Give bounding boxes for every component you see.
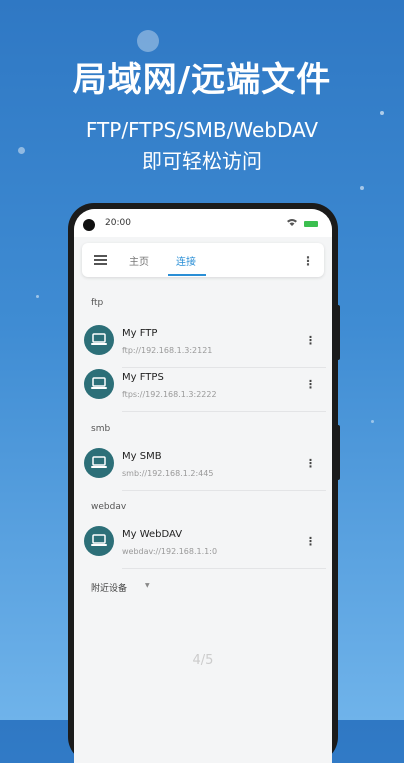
more-vert-icon[interactable]: ⋮ xyxy=(302,254,314,268)
divider xyxy=(122,490,326,491)
decor-dot xyxy=(360,186,364,190)
connection-item[interactable]: My WebDAV webdav://192.168.1.1:0 ⋮ xyxy=(74,517,332,569)
connection-item[interactable]: My FTPS ftps://192.168.1.3:2222 ⋮ xyxy=(74,360,332,412)
connection-item[interactable]: My SMB smb://192.168.1.2:445 ⋮ xyxy=(74,439,332,491)
promo-protocols: FTP/FTPS/SMB/WebDAV xyxy=(85,118,319,142)
item-more-icon[interactable]: ⋮ xyxy=(305,334,316,347)
connection-url: smb://192.168.1.2:445 xyxy=(122,469,214,478)
status-bar: 20:00 xyxy=(74,209,332,237)
camera-icon xyxy=(83,219,95,231)
computer-icon xyxy=(84,325,114,355)
active-tab-indicator xyxy=(168,274,206,276)
item-more-icon[interactable]: ⋮ xyxy=(305,378,316,391)
decor-dot xyxy=(371,420,374,423)
computer-icon xyxy=(84,369,114,399)
phone-screen: 20:00 主页 连接 ⋮ ftp My FTP ftp://192.168.1… xyxy=(74,209,332,763)
decor-bubble xyxy=(137,30,159,52)
connection-url: ftp://192.168.1.3:2121 xyxy=(122,346,213,355)
promo-headline: 局域网/远端文件 xyxy=(72,60,332,100)
tab-home[interactable]: 主页 xyxy=(129,253,149,268)
status-icons xyxy=(287,218,318,229)
divider xyxy=(122,411,326,412)
divider xyxy=(122,568,326,569)
computer-icon xyxy=(84,448,114,478)
connection-name: My FTP xyxy=(122,328,158,339)
connection-url: webdav://192.168.1.1:0 xyxy=(122,547,218,556)
expand-arrow-icon[interactable]: ▼ xyxy=(145,582,150,589)
connection-url: ftps://192.168.1.3:2222 xyxy=(122,390,217,399)
menu-icon[interactable] xyxy=(94,255,107,265)
wifi-icon xyxy=(287,219,301,229)
app-bar: 主页 连接 ⋮ xyxy=(82,243,324,277)
status-time: 20:00 xyxy=(105,218,131,228)
section-label-ftp: ftp xyxy=(91,298,104,308)
phone-frame: 20:00 主页 连接 ⋮ ftp My FTP ftp://192.168.1… xyxy=(68,203,338,763)
promo-tagline: 即可轻松访问 xyxy=(142,149,262,173)
decor-dot xyxy=(36,295,39,298)
page-indicator: 4/5 xyxy=(192,653,214,668)
tab-connections[interactable]: 连接 xyxy=(176,253,196,268)
connection-name: My SMB xyxy=(122,451,162,462)
battery-icon xyxy=(304,220,318,227)
connection-name: My FTPS xyxy=(122,372,164,383)
item-more-icon[interactable]: ⋮ xyxy=(305,457,316,470)
nearby-devices-label[interactable]: 附近设备 xyxy=(91,581,127,594)
section-label-webdav: webdav xyxy=(91,502,127,512)
decor-dot xyxy=(380,111,384,115)
connection-name: My WebDAV xyxy=(122,529,183,540)
section-label-smb: smb xyxy=(91,424,111,434)
item-more-icon[interactable]: ⋮ xyxy=(305,535,316,548)
computer-icon xyxy=(84,526,114,556)
